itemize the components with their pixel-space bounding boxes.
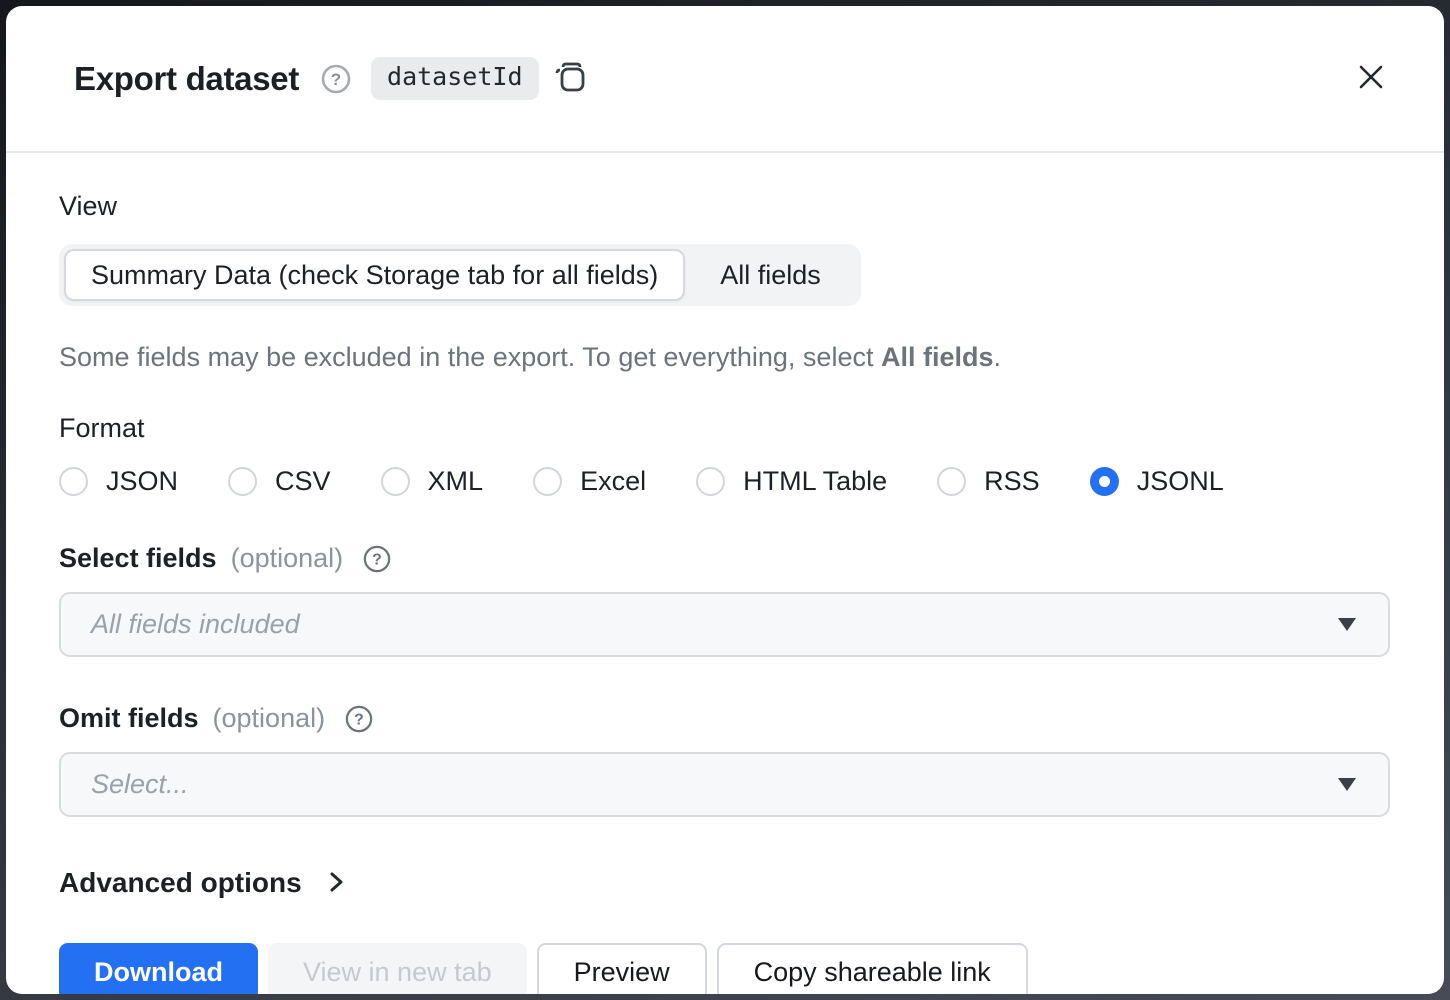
- omit-fields-section: Omit fields (optional) ? Select...: [59, 703, 1390, 817]
- modal-header: Export dataset ? datasetId: [6, 6, 1444, 153]
- view-section: View Summary Data (check Storage tab for…: [59, 191, 1390, 375]
- copy-shareable-link-button[interactable]: Copy shareable link: [717, 943, 1028, 994]
- omit-fields-dropdown[interactable]: Select...: [59, 752, 1390, 817]
- radio-icon: [533, 467, 562, 496]
- view-option-all-fields[interactable]: All fields: [685, 249, 856, 301]
- view-option-summary-data[interactable]: Summary Data (check Storage tab for all …: [64, 249, 685, 301]
- view-label: View: [59, 191, 1390, 222]
- radio-label: XML: [428, 466, 484, 497]
- export-dataset-modal: Export dataset ? datasetId: [6, 6, 1444, 994]
- svg-text:?: ?: [372, 551, 382, 568]
- copy-icon: [553, 60, 587, 97]
- select-fields-label: Select fields: [59, 543, 217, 574]
- omit-fields-label: Omit fields: [59, 703, 199, 734]
- format-radio-excel[interactable]: Excel: [533, 466, 646, 497]
- format-radio-json[interactable]: JSON: [59, 466, 178, 497]
- radio-label: Excel: [580, 466, 646, 497]
- radio-label: JSONL: [1137, 466, 1224, 497]
- helper-bold: All fields: [881, 342, 994, 372]
- radio-icon: [228, 467, 257, 496]
- format-label: Format: [59, 413, 1390, 444]
- select-fields-optional: (optional): [231, 543, 344, 574]
- svg-text:?: ?: [331, 70, 341, 89]
- select-fields-dropdown[interactable]: All fields included: [59, 592, 1390, 657]
- view-in-new-tab-button[interactable]: View in new tab: [268, 943, 527, 994]
- radio-icon: [696, 467, 725, 496]
- preview-button[interactable]: Preview: [537, 943, 707, 994]
- chevron-right-icon: [324, 870, 348, 897]
- radio-label: JSON: [106, 466, 178, 497]
- advanced-options-toggle[interactable]: Advanced options: [59, 867, 348, 899]
- radio-label: HTML Table: [743, 466, 887, 497]
- radio-label: CSV: [275, 466, 331, 497]
- format-radio-rss[interactable]: RSS: [937, 466, 1040, 497]
- help-icon[interactable]: ?: [321, 64, 351, 94]
- view-helper-text: Some fields may be excluded in the expor…: [59, 340, 1390, 375]
- caret-down-icon: [1338, 618, 1356, 631]
- radio-icon: [59, 467, 88, 496]
- dataset-id-badge: datasetId: [371, 57, 538, 100]
- radio-selected-icon: [1090, 467, 1119, 496]
- advanced-options-label: Advanced options: [59, 867, 302, 899]
- format-radio-jsonl[interactable]: JSONL: [1090, 466, 1224, 497]
- omit-fields-label-row: Omit fields (optional) ?: [59, 703, 1390, 734]
- radio-icon: [937, 467, 966, 496]
- download-button[interactable]: Download: [59, 943, 258, 994]
- close-icon: [1356, 62, 1386, 95]
- format-section: Format JSON CSV XML Excel: [59, 413, 1390, 497]
- modal-title: Export dataset: [74, 60, 299, 98]
- omit-fields-optional: (optional): [213, 703, 326, 734]
- helper-prefix: Some fields may be excluded in the expor…: [59, 342, 881, 372]
- view-segmented-control: Summary Data (check Storage tab for all …: [59, 244, 861, 306]
- modal-body: View Summary Data (check Storage tab for…: [6, 153, 1444, 994]
- help-icon[interactable]: ?: [363, 545, 391, 573]
- caret-down-icon: [1338, 778, 1356, 791]
- format-radio-csv[interactable]: CSV: [228, 466, 331, 497]
- helper-suffix: .: [994, 342, 1002, 372]
- format-radio-html-table[interactable]: HTML Table: [696, 466, 887, 497]
- select-fields-section: Select fields (optional) ? All fields in…: [59, 543, 1390, 657]
- format-radio-xml[interactable]: XML: [381, 466, 484, 497]
- select-fields-placeholder: All fields included: [91, 609, 300, 640]
- footer-actions: Download View in new tab Preview Copy sh…: [59, 943, 1390, 994]
- format-radio-group: JSON CSV XML Excel HTML Table: [59, 466, 1390, 497]
- help-icon[interactable]: ?: [345, 705, 373, 733]
- svg-text:?: ?: [354, 711, 364, 728]
- close-button[interactable]: [1356, 62, 1386, 95]
- copy-dataset-id-button[interactable]: [553, 60, 587, 97]
- radio-icon: [381, 467, 410, 496]
- radio-label: RSS: [984, 466, 1040, 497]
- select-fields-label-row: Select fields (optional) ?: [59, 543, 1390, 574]
- omit-fields-placeholder: Select...: [91, 769, 189, 800]
